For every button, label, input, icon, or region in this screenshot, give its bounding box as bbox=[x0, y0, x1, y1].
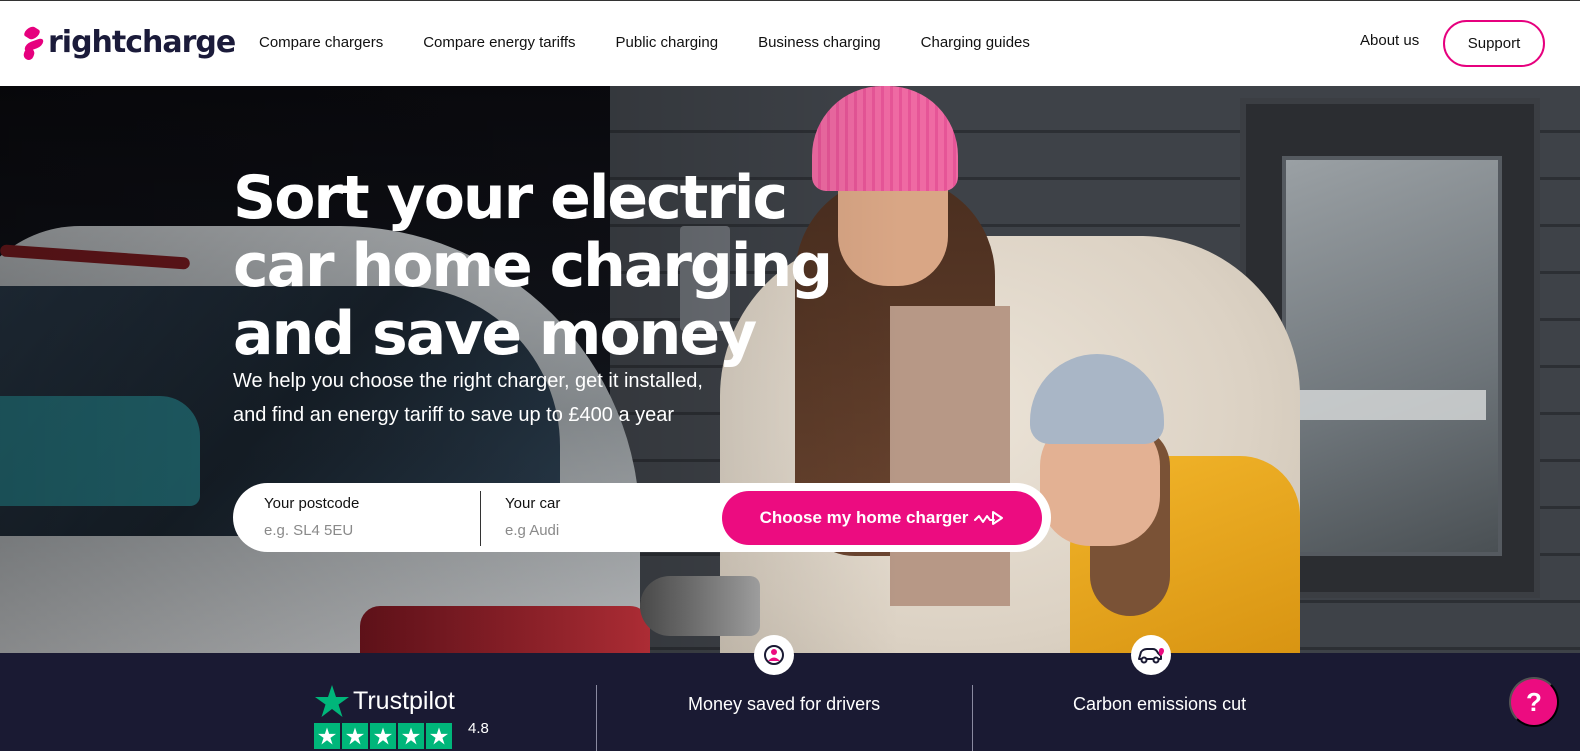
trustpilot-star-icon bbox=[315, 685, 349, 717]
star-icon bbox=[398, 723, 424, 749]
plug-arrow-icon bbox=[974, 511, 1004, 525]
logo-mark-icon bbox=[21, 24, 44, 61]
postcode-label: Your postcode bbox=[264, 495, 360, 512]
site-header: rightcharge Compare chargers Compare ene… bbox=[0, 0, 1580, 86]
nav-charging-guides[interactable]: Charging guides bbox=[921, 34, 1030, 51]
stats-strip: Trustpilot 4.8 Money saved for drivers C… bbox=[0, 635, 1580, 751]
star-icon bbox=[342, 723, 368, 749]
nav-compare-chargers[interactable]: Compare chargers bbox=[259, 34, 383, 51]
hero-subtitle: We help you choose the right charger, ge… bbox=[233, 364, 813, 432]
carbon-cut-label: Carbon emissions cut bbox=[1073, 694, 1247, 714]
main-nav: Compare chargers Compare energy tariffs … bbox=[259, 34, 1070, 51]
hero-subtitle-line2: and find an energy tariff to save up to … bbox=[233, 404, 675, 426]
nav-public-charging[interactable]: Public charging bbox=[616, 34, 719, 51]
car-field: Your car bbox=[505, 495, 695, 540]
hero-title: Sort your electric car home charging and… bbox=[233, 163, 833, 369]
driver-person-icon bbox=[754, 635, 794, 675]
help-button[interactable]: ? bbox=[1509, 677, 1559, 727]
hero-window-glass bbox=[1282, 156, 1502, 556]
choose-home-charger-label: Choose my home charger bbox=[759, 508, 969, 527]
star-icon bbox=[370, 723, 396, 749]
hero-subtitle-line1: We help you choose the right charger, ge… bbox=[233, 370, 703, 392]
about-us-link[interactable]: About us bbox=[1360, 32, 1419, 49]
stat-divider bbox=[596, 685, 597, 751]
trustpilot-wordmark: Trustpilot bbox=[353, 686, 455, 715]
field-divider bbox=[480, 491, 481, 546]
hero-section: Sort your electric car home charging and… bbox=[0, 86, 1580, 653]
postcode-input[interactable] bbox=[264, 522, 454, 539]
support-button[interactable]: Support bbox=[1443, 20, 1545, 67]
car-heart-icon bbox=[1131, 635, 1171, 675]
postcode-field: Your postcode bbox=[264, 495, 454, 540]
hero-woman-sweater bbox=[890, 306, 1010, 606]
car-input[interactable] bbox=[505, 522, 695, 539]
car-label: Your car bbox=[505, 495, 561, 512]
stat-divider bbox=[972, 685, 973, 751]
star-icon bbox=[426, 723, 452, 749]
trustpilot-stars bbox=[314, 723, 454, 749]
charger-search-form: Your postcode Your car Choose my home ch… bbox=[233, 483, 1051, 552]
rightcharge-logo[interactable]: rightcharge bbox=[21, 24, 236, 61]
trustpilot-logo[interactable]: Trustpilot bbox=[315, 685, 455, 717]
money-saved-label: Money saved for drivers bbox=[688, 694, 881, 714]
logo-wordmark: rightcharge bbox=[48, 25, 236, 60]
nav-business-charging[interactable]: Business charging bbox=[758, 34, 881, 51]
choose-home-charger-button[interactable]: Choose my home charger bbox=[722, 491, 1042, 545]
trustpilot-rating: 4.8 bbox=[468, 720, 489, 737]
nav-compare-energy-tariffs[interactable]: Compare energy tariffs bbox=[423, 34, 575, 51]
star-icon bbox=[314, 723, 340, 749]
